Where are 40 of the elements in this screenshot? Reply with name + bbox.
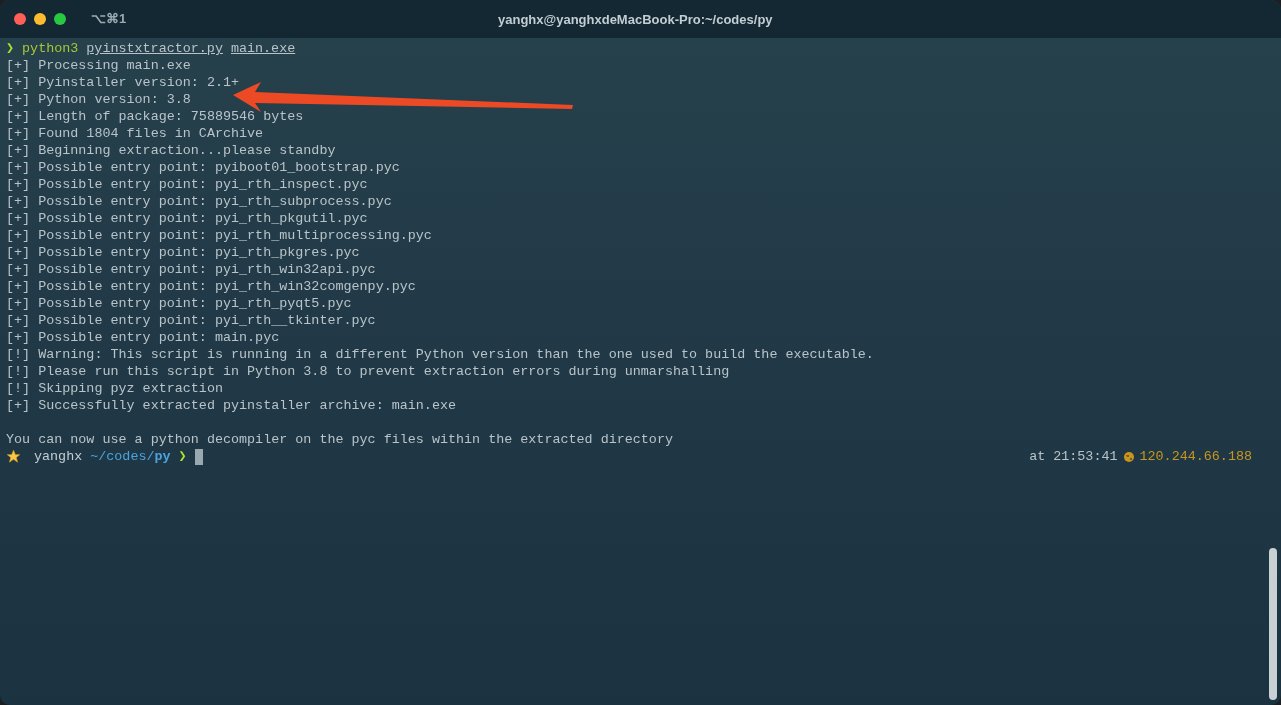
prompt-user: yanghx	[34, 448, 83, 465]
output-line: [+] Length of package: 75889546 bytes	[6, 108, 304, 125]
zoom-button[interactable]	[54, 13, 66, 25]
output-line: [+] Possible entry point: pyi_rth_pyqt5.pyc	[6, 295, 352, 312]
command-argument: main.exe	[230, 40, 296, 57]
output-line: [+] Successfully extracted pyinstaller archive: main.exe	[6, 397, 456, 414]
star-icon	[6, 449, 21, 464]
output-line: [!] Please run this script in Python 3.8 to prevent extraction errors during unmarshalling	[6, 363, 730, 380]
output-line: [+] Possible entry point: pyi_rth_pkgutil.pyc	[6, 210, 368, 227]
output-line: [+] Possible entry point: pyi_rth_subprocess.pyc	[6, 193, 392, 210]
prompt-symbol: ❯	[178, 448, 187, 465]
output-line: [+] Processing main.exe	[6, 57, 191, 74]
output-line: [+] Possible entry point: pyi_rth_multiprocessing.pyc	[6, 227, 432, 244]
output-line: [+] Found 1804 files in CArchive	[6, 125, 264, 142]
command-name: python3	[22, 40, 79, 57]
tab-shortcut: ⌥⌘1	[91, 10, 127, 29]
output-line: [+] Possible entry point: pyi_rth_pkgres.pyc	[6, 244, 360, 261]
prompt-time: 21:53:41	[1053, 448, 1118, 465]
output-line: [+] Possible entry point: pyi_rth_win32api.pyc	[6, 261, 376, 278]
globe-icon	[1123, 451, 1134, 462]
output-line: [+] Pyinstaller version: 2.1+	[6, 74, 240, 91]
minimize-button[interactable]	[34, 13, 46, 25]
output-line: [!] Skipping pyz extraction	[6, 380, 223, 397]
command-argument: pyinstxtractor.py	[86, 40, 223, 57]
text-cursor	[194, 448, 203, 465]
output-line: [+] Possible entry point: main.pyc	[6, 329, 280, 346]
output-line: You can now use a python decompiler on the pyc files within the extracted directory	[6, 431, 673, 448]
output-line: [+] Possible entry point: pyi_rth__tkinter.pyc	[6, 312, 376, 329]
output-line: [+] Possible entry point: pyiboot01_bootstrap.pyc	[6, 159, 400, 176]
output-line: [+] Possible entry point: pyi_rth_inspect.pyc	[6, 176, 368, 193]
output-line: [+] Beginning extraction...please standby	[6, 142, 336, 159]
ip-address: 120.244.66.188	[1139, 448, 1252, 465]
window-title: yanghx@yanghxdeMacBook-Pro:~/codes/py	[498, 11, 773, 29]
prompt-at: at	[1029, 448, 1046, 465]
output-line: [+] Python version: 3.8	[6, 91, 191, 108]
prompt-symbol: ❯	[6, 40, 15, 57]
prompt-path: ~/codes/py	[90, 448, 171, 465]
output-line: [+] Possible entry point: pyi_rth_win32comgenpy.pyc	[6, 278, 416, 295]
output-line: [!] Warning: This script is running in a different Python version than the one used to build the executable.	[6, 346, 874, 363]
close-button[interactable]	[14, 13, 26, 25]
